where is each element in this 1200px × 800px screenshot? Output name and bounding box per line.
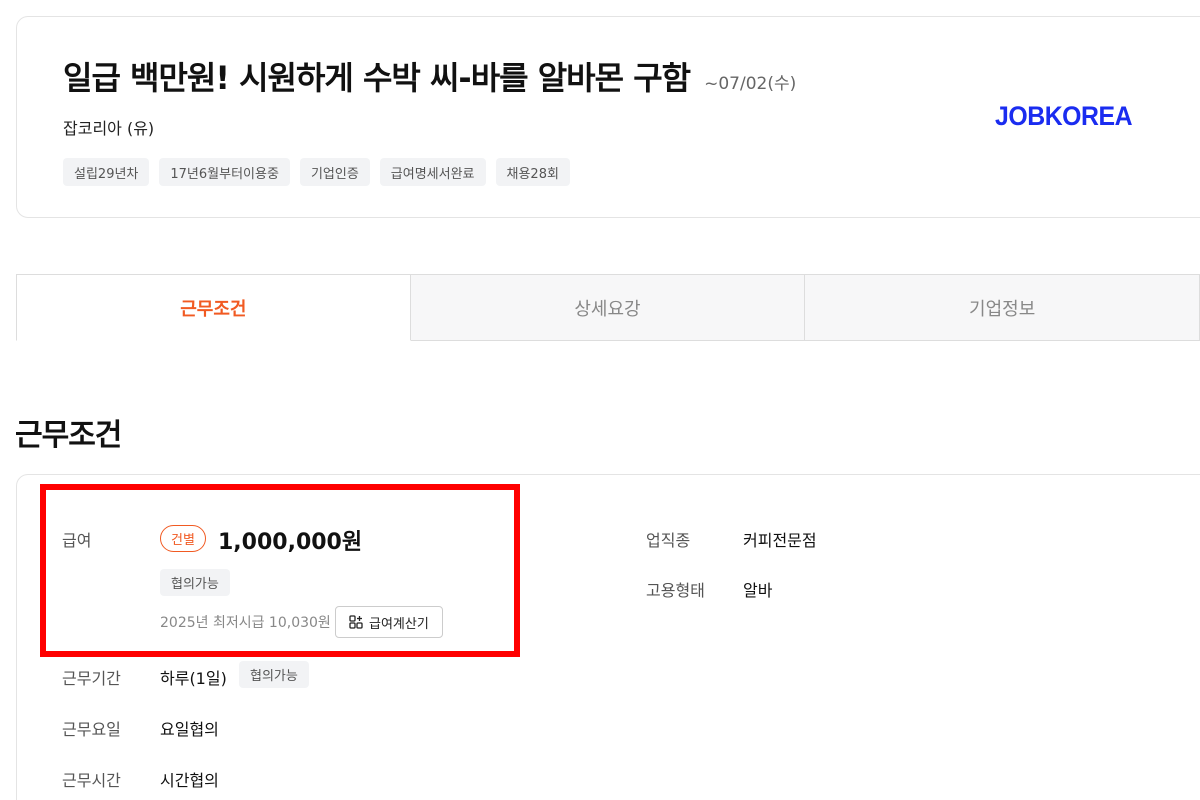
job-header-card: 일급 백만원! 시원하게 수박 씨-바를 알바몬 구함 ~07/02(수) 잡코… [16,16,1200,218]
company-name[interactable]: 잡코리아 (유) [63,115,154,139]
tag-member-since: 17년6월부터이용중 [159,158,290,186]
company-tags: 설립29년차 17년6월부터이용중 기업인증 급여명세서완료 채용28회 [63,158,570,186]
employment-value: 알바 [743,581,773,600]
company-logo[interactable]: JOBKOREA [995,101,1133,132]
tab-work-conditions[interactable]: 근무조건 [16,274,411,341]
title-row: 일급 백만원! 시원하게 수박 씨-바를 알바몬 구함 ~07/02(수) [63,53,796,99]
tag-verified: 기업인증 [299,158,370,186]
job-posting-page: 일급 백만원! 시원하게 수박 씨-바를 알바몬 구함 ~07/02(수) 잡코… [0,0,1200,800]
job-title: 일급 백만원! 시원하게 수박 씨-바를 알바몬 구함 [63,59,691,97]
tab-details[interactable]: 상세요강 [410,274,806,341]
tag-hire-count: 채용28회 [495,158,570,186]
deadline: ~07/02(수) [704,74,797,94]
employment-label: 고용형태 [646,581,705,600]
tab-bar: 근무조건 상세요강 기업정보 [16,274,1200,341]
period-negotiable-chip: 협의가능 [239,661,309,688]
hours-value: 시간협의 [160,771,219,790]
days-value: 요일협의 [160,720,219,739]
hours-label: 근무시간 [62,771,121,790]
period-label: 근무기간 [62,669,121,688]
salary-highlight-box [40,484,520,657]
tab-company-info[interactable]: 기업정보 [805,274,1200,341]
section-title: 근무조건 [15,418,122,453]
days-label: 근무요일 [62,720,121,739]
tag-payslip: 급여명세서완료 [379,158,486,186]
industry-value: 커피전문점 [743,531,817,550]
period-value: 하루(1일) [160,669,227,688]
tag-founded: 설립29년차 [63,158,150,186]
industry-label: 업직종 [646,531,691,550]
